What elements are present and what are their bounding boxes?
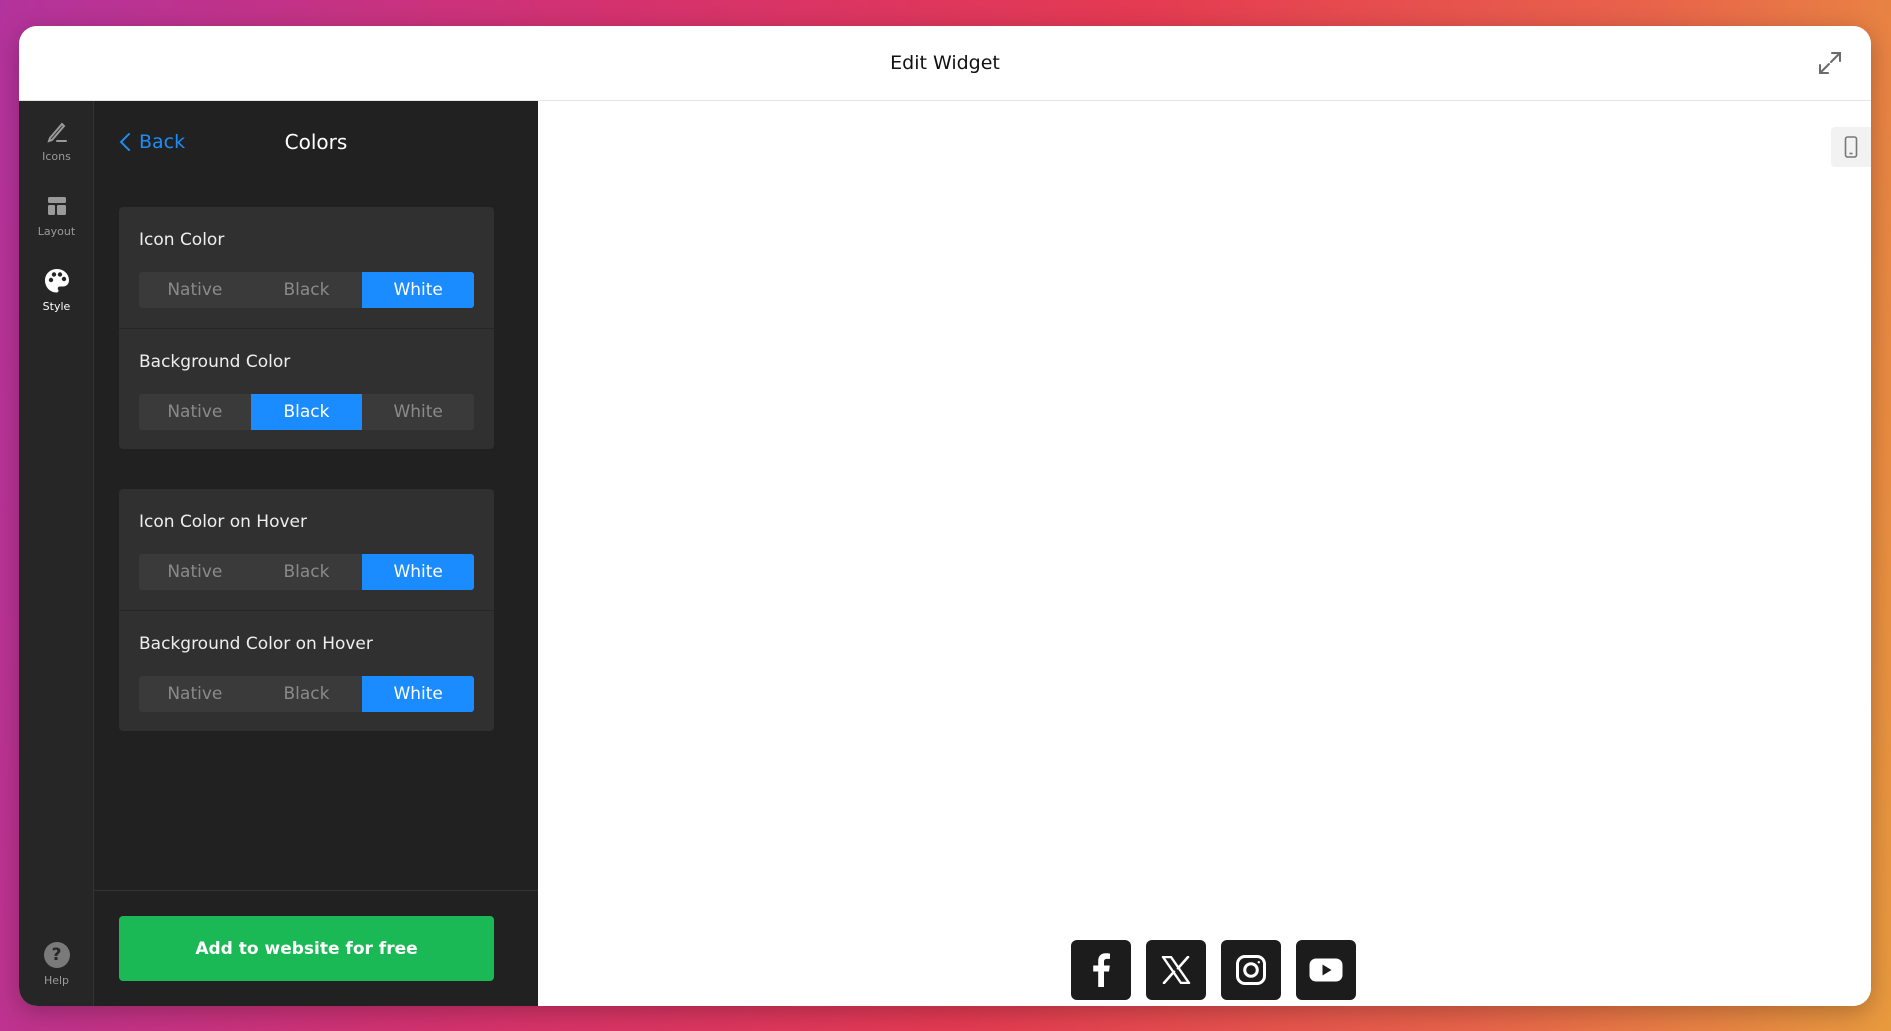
setting-background-color-hover: Background Color on Hover Native Black W… <box>119 610 494 731</box>
instagram-button[interactable] <box>1221 940 1281 1000</box>
option-black[interactable]: Black <box>250 394 363 430</box>
rail-item-layout[interactable]: Layout <box>19 189 94 251</box>
setting-label: Icon Color <box>139 230 225 250</box>
layout-icon <box>47 197 66 215</box>
youtube-icon <box>1309 958 1343 982</box>
rail-label-layout: Layout <box>37 225 76 238</box>
option-white[interactable]: White <box>362 394 474 430</box>
help-icon: ? <box>43 942 70 968</box>
setting-background-color: Background Color Native Black White <box>119 328 494 449</box>
rail-item-icons[interactable]: Icons <box>19 114 94 176</box>
pencil-icon <box>46 122 67 143</box>
option-black[interactable]: Black <box>251 272 363 308</box>
setting-icon-color-hover: Icon Color on Hover Native Black White <box>119 489 494 610</box>
segmented-control-background-color-hover: Native Black White <box>139 676 474 712</box>
expand-icon <box>1819 52 1841 74</box>
settings-panel: Back Colors Icon Color Native Black Whit… <box>94 101 538 1006</box>
option-native[interactable]: Native <box>139 676 251 712</box>
segmented-control-icon-color-hover: Native Black White <box>139 554 474 590</box>
panel-title: Colors <box>284 130 348 154</box>
segmented-control-background-color: Native Black White <box>139 394 474 430</box>
facebook-button[interactable] <box>1071 940 1131 1000</box>
rail-label-icons: Icons <box>42 150 71 163</box>
rail-item-help[interactable]: ? Help <box>19 938 94 996</box>
window-title: Edit Widget <box>890 52 1000 74</box>
option-native[interactable]: Native <box>139 272 251 308</box>
hover-colors-group: Icon Color on Hover Native Black White B… <box>119 489 494 731</box>
add-to-website-button[interactable]: Add to website for free <box>119 916 494 981</box>
option-black[interactable]: Black <box>251 676 363 712</box>
option-native[interactable]: Native <box>139 394 251 430</box>
setting-label: Background Color <box>139 352 291 372</box>
x-icon <box>1161 956 1191 984</box>
expand-button[interactable] <box>1815 48 1845 78</box>
setting-icon-color: Icon Color Native Black White <box>119 207 494 328</box>
mobile-preview-button[interactable] <box>1831 127 1871 167</box>
option-native[interactable]: Native <box>139 554 251 590</box>
palette-icon <box>44 269 69 293</box>
setting-label: Background Color on Hover <box>139 634 373 654</box>
setting-label: Icon Color on Hover <box>139 512 307 532</box>
widget-preview <box>538 101 1871 1006</box>
x-button[interactable] <box>1146 940 1206 1000</box>
sidebar-rail: Icons Layout Style ? Help <box>19 101 94 1006</box>
rail-label-style: Style <box>42 300 71 313</box>
segmented-control-icon-color: Native Black White <box>139 272 474 308</box>
facebook-icon <box>1093 953 1110 987</box>
panel-footer: Add to website for free <box>94 890 538 1006</box>
option-white[interactable]: White <box>362 272 474 308</box>
editor-window: Edit Widget Icons Layout Style ? Help Ba… <box>19 26 1871 1006</box>
colors-group: Icon Color Native Black White Background… <box>119 207 494 449</box>
panel-header: Back Colors <box>94 101 538 183</box>
option-white[interactable]: White <box>362 554 474 590</box>
option-black[interactable]: Black <box>251 554 363 590</box>
rail-label-help: Help <box>43 974 70 987</box>
social-icons-bar <box>1071 940 1356 1000</box>
title-bar: Edit Widget <box>19 26 1871 101</box>
rail-item-style[interactable]: Style <box>19 264 94 326</box>
option-white[interactable]: White <box>362 676 474 712</box>
mobile-device-icon <box>1844 136 1858 158</box>
youtube-button[interactable] <box>1296 940 1356 1000</box>
instagram-icon <box>1236 955 1266 985</box>
